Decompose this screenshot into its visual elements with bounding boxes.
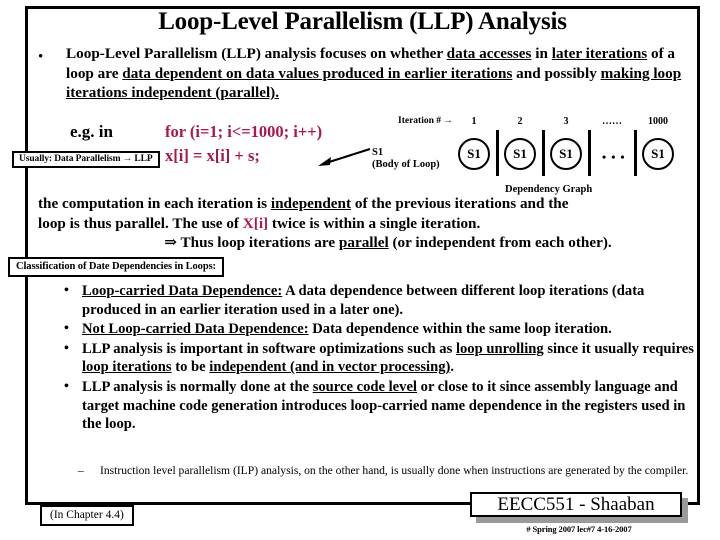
- dep-node-iter-2: S1: [504, 138, 536, 170]
- middle-line-2: loop is thus parallel. The use of X[i] t…: [38, 214, 698, 234]
- chapter-reference-box: (In Chapter 4.4): [40, 505, 134, 526]
- classification-box: Classification of Date Dependencies in L…: [8, 257, 224, 277]
- iteration-num-ellipsis: ……: [602, 116, 622, 127]
- bullet-list: • Loop-carried Data Dependence: A data d…: [40, 282, 695, 435]
- text-run: .: [450, 359, 455, 376]
- underlined-run: loop iterations: [82, 359, 172, 376]
- underlined-run: source code level: [312, 378, 417, 395]
- bullet-glyph: •: [64, 340, 69, 356]
- course-badge-subtitle: # Spring 2007 lec#7 4-16-2007: [526, 524, 632, 534]
- code-line-for: for (i=1; i<=1000; i++): [165, 122, 323, 141]
- bullet-glyph: •: [64, 321, 69, 337]
- underlined-run: loop unrolling: [455, 340, 544, 357]
- underlined-run: data dependent on data values produced i…: [122, 64, 513, 82]
- iteration-num-1000: 1000: [648, 116, 668, 127]
- sub-bullet-ilp-note: – Instruction level parallelism (ILP) an…: [78, 464, 700, 479]
- intro-paragraph-text: Loop-Level Parallelism (LLP) analysis fo…: [66, 44, 696, 103]
- text-run: LLP analysis is normally done at the: [82, 378, 313, 395]
- dep-separator-3: [588, 130, 591, 176]
- code-line-assign: x[i] = x[i] + s;: [165, 146, 260, 165]
- iteration-number-label: Iteration # →: [398, 116, 453, 126]
- underlined-run: independent (and in vector processing): [209, 359, 451, 376]
- underlined-run: later iterations: [551, 45, 648, 62]
- list-item: • LLP analysis is important in software …: [40, 340, 695, 377]
- page-title: Loop-Level Parallelism (LLP) Analysis: [158, 8, 567, 35]
- middle-line1-underlined: independent: [270, 195, 352, 212]
- underlined-run: data accesses: [446, 45, 532, 62]
- usually-data-parallelism-box: Usually: Data Parallelism → LLP: [12, 151, 160, 168]
- middle-line2-code-ref: X[i]: [242, 214, 269, 232]
- bullet-glyph: •: [64, 378, 69, 394]
- middle-line3-underlined: parallel: [338, 234, 389, 251]
- iteration-num-2: 2: [517, 116, 523, 127]
- middle-line3-text-b: (or independent from each other).: [388, 234, 612, 251]
- list-item: • Not Loop-carried Data Dependence: Data…: [40, 320, 695, 339]
- dep-node-iter-3: S1: [550, 138, 582, 170]
- dep-node-iter-1: S1: [458, 138, 490, 170]
- middle-line-3: ⇒ Thus loop iterations are parallel (or …: [38, 233, 698, 253]
- list-item-text: Loop-carried Data Dependence: A data dep…: [82, 283, 644, 318]
- middle-line2-text-a: loop is thus parallel. The use of: [38, 214, 243, 232]
- list-item-text: LLP analysis is important in software op…: [82, 341, 694, 376]
- text-run: in: [531, 45, 552, 62]
- middle-paragraph: the computation in each iteration is ind…: [38, 194, 698, 253]
- underlined-run: Loop-carried Data Dependence:: [82, 283, 283, 299]
- dash-glyph: –: [78, 464, 84, 477]
- middle-line2-text-b: twice is within a single iteration.: [268, 214, 481, 232]
- intro-paragraph: • Loop-Level Parallelism (LLP) analysis …: [38, 44, 696, 103]
- middle-line1-text-a: the computation in each iteration is: [38, 195, 271, 212]
- iteration-num-3: 3: [563, 116, 569, 127]
- dep-separator-2: [542, 130, 545, 176]
- text-run: LLP analysis is important in software op…: [82, 340, 456, 357]
- s1-callout-arrow: [318, 148, 371, 166]
- list-item: • Loop-carried Data Dependence: A data d…: [40, 282, 695, 319]
- bullet-glyph: •: [64, 283, 69, 298]
- dep-node-iter-1000: S1: [642, 138, 674, 170]
- code-snippet: for (i=1; i<=1000; i++) x[i] = x[i] + s;: [165, 120, 322, 168]
- text-run: since it usually requires: [543, 340, 694, 357]
- middle-line1-text-b: of the previous iterations and the: [351, 195, 569, 212]
- text-run: Data dependence within the same loop ite…: [308, 321, 612, 338]
- example-label: e.g. in: [70, 122, 113, 141]
- list-item-text: LLP analysis is normally done at the sou…: [82, 379, 685, 432]
- list-item: • LLP analysis is normally done at the s…: [40, 378, 695, 434]
- list-item-text: Not Loop-carried Data Dependence: Data d…: [82, 321, 612, 337]
- middle-line-1: the computation in each iteration is ind…: [38, 194, 698, 214]
- iteration-num-1: 1: [471, 116, 477, 127]
- course-badge: EECC551 - Shaaban: [470, 492, 688, 523]
- dep-node-ellipsis: • • •: [602, 150, 626, 164]
- text-run: to be: [171, 359, 210, 376]
- sub-bullet-text: Instruction level parallelism (ILP) anal…: [100, 464, 689, 477]
- dep-separator-4: [634, 130, 637, 176]
- text-run: Loop-Level Parallelism (LLP) analysis fo…: [66, 45, 447, 62]
- middle-line3-text-a: ⇒ Thus loop iterations are: [164, 234, 339, 251]
- text-run: and possibly: [512, 64, 601, 82]
- bullet-glyph: •: [38, 49, 44, 65]
- underlined-run: Not Loop-carried Data Dependence:: [82, 321, 309, 338]
- dep-separator-1: [496, 130, 499, 176]
- course-badge-label: EECC551 - Shaaban: [470, 492, 682, 517]
